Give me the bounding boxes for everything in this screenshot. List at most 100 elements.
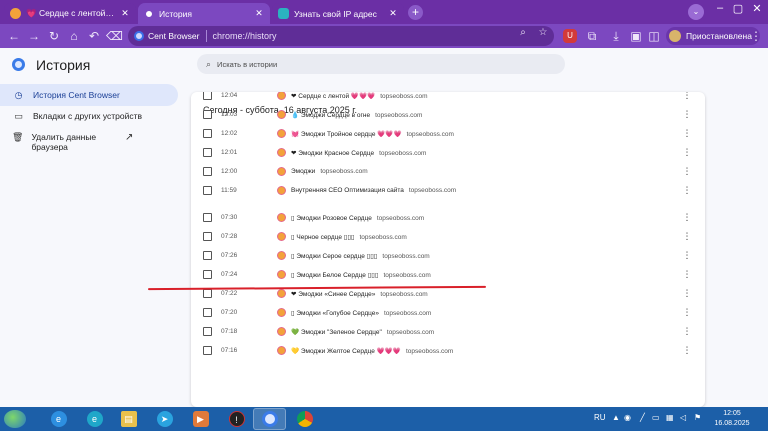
history-row[interactable]: 12:01 ❤ Эмоджи Красное Сердце topseoboss.c… [191,143,705,162]
taskbar-telegram[interactable]: ➤ [148,408,181,430]
history-row[interactable]: 12:04 ❤ Сердце с лентой 💗💗💗 topseoboss.com… [191,92,705,105]
tray-app-icon[interactable]: ◉ [624,413,631,422]
tab-ip-address[interactable]: Узнать свой IP адрес ✕ [272,3,404,24]
history-row[interactable]: 07:28 ▯ Черное сердце ▯▯▯ topseoboss.com ⋮ [191,227,705,246]
tray-tool-icon[interactable]: ╱ [640,413,645,422]
address-bar[interactable]: Cent Browser chrome://history [128,26,554,46]
more-actions-icon[interactable]: ⋮ [682,92,692,101]
row-checkbox[interactable] [203,167,212,176]
tab-search-icon[interactable]: ⌄ [688,4,704,20]
row-checkbox[interactable] [203,327,212,336]
tab-history[interactable]: История ✕ [138,3,270,24]
minimize-icon[interactable]: – [711,2,729,14]
row-checkbox[interactable] [203,289,212,298]
taskbar-explorer[interactable]: ▤ [112,408,145,430]
taskbar-media[interactable]: ▶ [184,408,217,430]
start-button[interactable] [4,410,26,428]
page-link[interactable]: ▯ Эмоджи Розовое Сердце topseoboss.com [291,214,424,222]
more-actions-icon[interactable]: ⋮ [682,185,692,196]
window-close-icon[interactable]: ✕ [748,2,766,15]
row-checkbox[interactable] [203,110,212,119]
more-actions-icon[interactable]: ⋮ [682,128,692,139]
history-row[interactable]: 11:59 Внутренняя СЕО Оптимизация сайта top… [191,181,705,200]
history-row[interactable]: 07:24 ▯ Эмоджи Белое Сердце ▯▯▯ topseoboss… [191,265,705,284]
search-icon[interactable]: ⌕ [516,27,530,38]
screenshot-icon[interactable]: ▣ [628,28,644,44]
page-link[interactable]: ❤ Сердце с лентой 💗💗💗 topseoboss.com [291,92,428,100]
sidepanel-icon[interactable]: ◫ [646,28,662,44]
row-checkbox[interactable] [203,213,212,222]
maximize-icon[interactable]: ▢ [729,2,747,15]
more-actions-icon[interactable]: ⋮ [682,212,692,223]
close-icon[interactable]: ✕ [388,8,398,19]
taskbar-edge[interactable]: e [78,408,111,430]
tray-network-icon[interactable]: ▦ [666,413,674,422]
row-checkbox[interactable] [203,346,212,355]
taskbar-app[interactable]: ! [220,408,253,430]
page-link[interactable]: ▯ Черное сердце ▯▯▯ topseoboss.com [291,233,407,241]
page-link[interactable]: Эмоджи topseoboss.com [291,168,368,175]
downloads-icon[interactable]: ⤓ [608,28,624,44]
taskbar-cent-browser[interactable] [253,408,286,430]
history-row[interactable]: 07:16 💛 Эмоджи Желтое Сердце 💗💗💗 topseobos… [191,341,705,360]
taskbar-chrome[interactable] [288,408,321,430]
row-checkbox[interactable] [203,232,212,241]
more-actions-icon[interactable]: ⋮ [682,250,692,261]
history-row[interactable]: 07:26 ▯ Эмоджи Серое сердце ▯▯▯ topseoboss… [191,246,705,265]
tab-heart-ribbon[interactable]: 💗 Сердце с лентой 💗💗💗 ✕ [4,3,136,24]
undo-close-icon[interactable]: ↶ [86,28,102,44]
more-actions-icon[interactable]: ⋮ [682,109,692,120]
sidebar-item-other-devices[interactable]: ▭ Вкладки с других устройств [0,105,142,127]
sidebar-item-clear-data[interactable]: 🗑 Удалить данные браузера [0,128,118,158]
menu-icon[interactable]: ⋮ [748,28,764,44]
tray-expand-icon[interactable]: ▲ [612,413,620,422]
taskbar-ie[interactable]: e [42,408,75,430]
url-text[interactable]: chrome://history [213,31,277,41]
more-actions-icon[interactable]: ⋮ [682,166,692,177]
history-search[interactable]: ⌕ [197,54,565,74]
row-checkbox[interactable] [203,92,212,100]
search-input[interactable] [217,59,538,69]
row-checkbox[interactable] [203,270,212,279]
row-checkbox[interactable] [203,129,212,138]
more-actions-icon[interactable]: ⋮ [682,326,692,337]
tray-flag-icon[interactable]: ⚑ [694,413,701,422]
page-link[interactable]: ▯ Эмоджи «Голубое Сердце» topseoboss.com [291,309,431,317]
more-actions-icon[interactable]: ⋮ [682,345,692,356]
back-icon[interactable]: ← [6,28,22,44]
tray-sound-icon[interactable]: ◁ [680,413,686,422]
row-checkbox[interactable] [203,186,212,195]
language-indicator[interactable]: RU [594,413,606,422]
more-actions-icon[interactable]: ⋮ [682,147,692,158]
history-row[interactable]: 12:00 Эмоджи topseoboss.com ⋮ [191,162,705,181]
extension-icon[interactable]: ⧉ [584,28,600,44]
close-icon[interactable]: ✕ [120,8,130,19]
more-actions-icon[interactable]: ⋮ [682,307,692,318]
home-icon[interactable]: ⌂ [66,28,82,44]
page-link[interactable]: ▯ Эмоджи Белое Сердце ▯▯▯ topseoboss.com [291,271,431,279]
new-tab-button[interactable]: + [408,5,423,20]
history-row[interactable]: 12:03 💧 Эмоджи Сердце в огне topseoboss.co… [191,105,705,124]
page-link[interactable]: ❤ Эмоджи «Синее Сердце» topseoboss.com [291,290,428,298]
page-link[interactable]: 💧 Эмоджи Сердце в огне topseoboss.com [291,111,422,119]
page-link[interactable]: 💚 Эмоджи "Зеленое Сердце" topseoboss.com [291,328,434,336]
tray-display-icon[interactable]: ▭ [652,413,660,422]
history-row[interactable]: 07:20 ▯ Эмоджи «Голубое Сердце» topseoboss… [191,303,705,322]
history-row[interactable]: 07:30 ▯ Эмоджи Розовое Сердце topseoboss.c… [191,208,705,227]
row-checkbox[interactable] [203,148,212,157]
row-checkbox[interactable] [203,251,212,260]
reload-icon[interactable]: ↻ [46,28,62,44]
history-row[interactable]: 07:18 💚 Эмоджи "Зеленое Сердце" topseoboss… [191,322,705,341]
more-actions-icon[interactable]: ⋮ [682,288,692,299]
more-actions-icon[interactable]: ⋮ [682,269,692,280]
ublock-extension-icon[interactable]: U [563,29,577,43]
page-link[interactable]: 💓 Эмоджи Тройное сердце 💗💗💗 topseoboss.co… [291,130,454,138]
row-checkbox[interactable] [203,308,212,317]
page-link[interactable]: ▯ Эмоджи Серое сердце ▯▯▯ topseoboss.com [291,252,430,260]
page-link[interactable]: Внутренняя СЕО Оптимизация сайта topseobo… [291,187,456,194]
more-actions-icon[interactable]: ⋮ [682,231,692,242]
clock[interactable]: 12:05 16.08.2025 [712,409,752,429]
external-link-icon[interactable]: ↗ [125,132,133,143]
close-icon[interactable]: ✕ [254,8,264,19]
forward-icon[interactable]: → [26,28,42,44]
